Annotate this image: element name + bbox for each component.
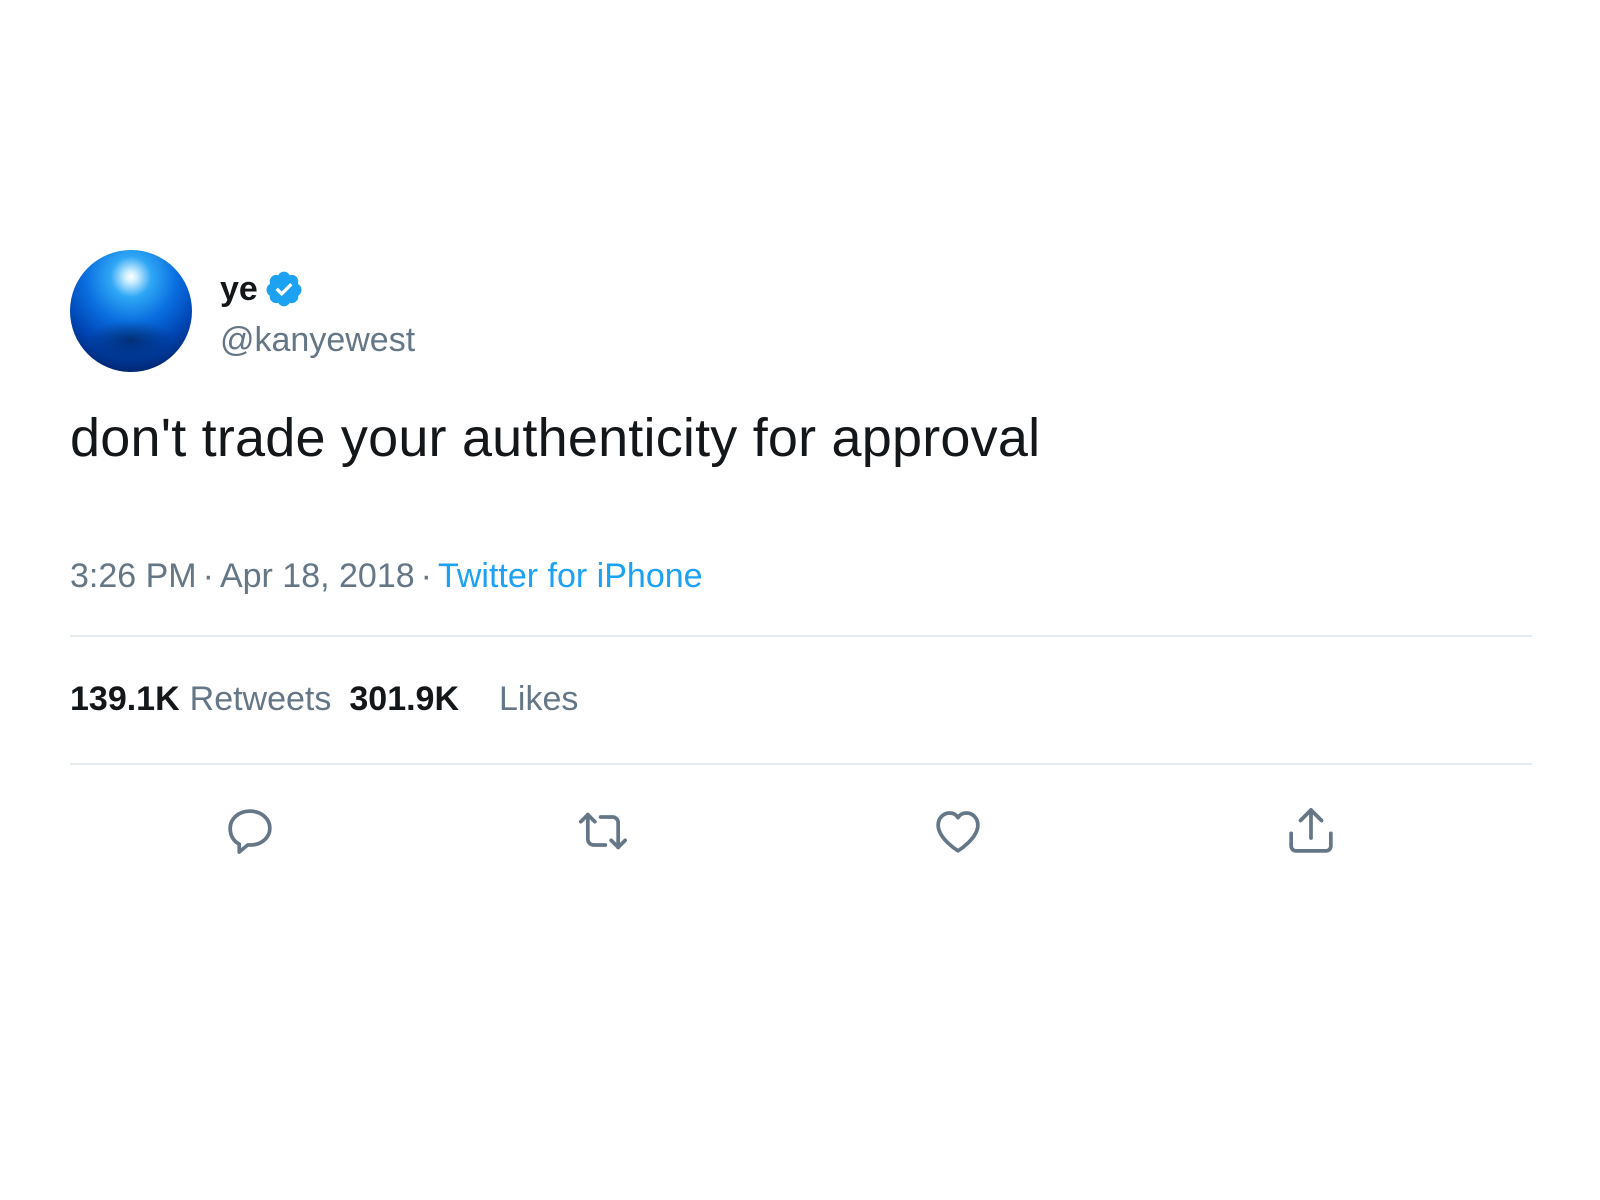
retweets-label: Retweets [189, 680, 332, 719]
tweet-header: ye @kanyewest [70, 250, 1532, 372]
share-button[interactable] [1281, 801, 1341, 861]
heart-icon [936, 810, 980, 853]
tweet-source-link[interactable]: Twitter for iPhone [438, 557, 703, 595]
verified-badge-icon [264, 269, 304, 309]
reply-button[interactable] [220, 801, 280, 861]
tweet-text: don't trade your authenticity for approv… [70, 408, 1041, 468]
likes-label: Likes [499, 680, 579, 719]
likes-stat[interactable]: 301.9K Likes [349, 680, 578, 719]
display-name-row: ye [220, 265, 415, 313]
meta-separator: · [420, 556, 432, 595]
retweet-icon [578, 812, 628, 849]
avatar[interactable] [70, 250, 192, 372]
tweet-stats: 139.1K Retweets 301.9K Likes [70, 637, 1532, 763]
tweet-card: ye @kanyewest don't trade your authentic… [70, 250, 1532, 895]
tweet-date[interactable]: Apr 18, 2018 [220, 557, 415, 595]
tweet-actions [70, 765, 1532, 895]
display-name[interactable]: ye [220, 272, 258, 306]
tweet-time[interactable]: 3:26 PM [70, 557, 197, 595]
share-icon [1289, 807, 1333, 853]
handle[interactable]: @kanyewest [220, 323, 415, 357]
author-info: ye @kanyewest [220, 265, 415, 357]
meta-separator: · [202, 556, 214, 595]
tweet-metadata: 3:26 PM · Apr 18, 2018 · Twitter for iPhone [70, 559, 1532, 593]
retweets-count: 139.1K [70, 680, 180, 719]
reply-icon [228, 809, 272, 854]
likes-count: 301.9K [349, 680, 460, 719]
retweets-stat[interactable]: 139.1K Retweets [70, 680, 331, 719]
retweet-button[interactable] [573, 801, 633, 861]
like-button[interactable] [928, 801, 988, 861]
